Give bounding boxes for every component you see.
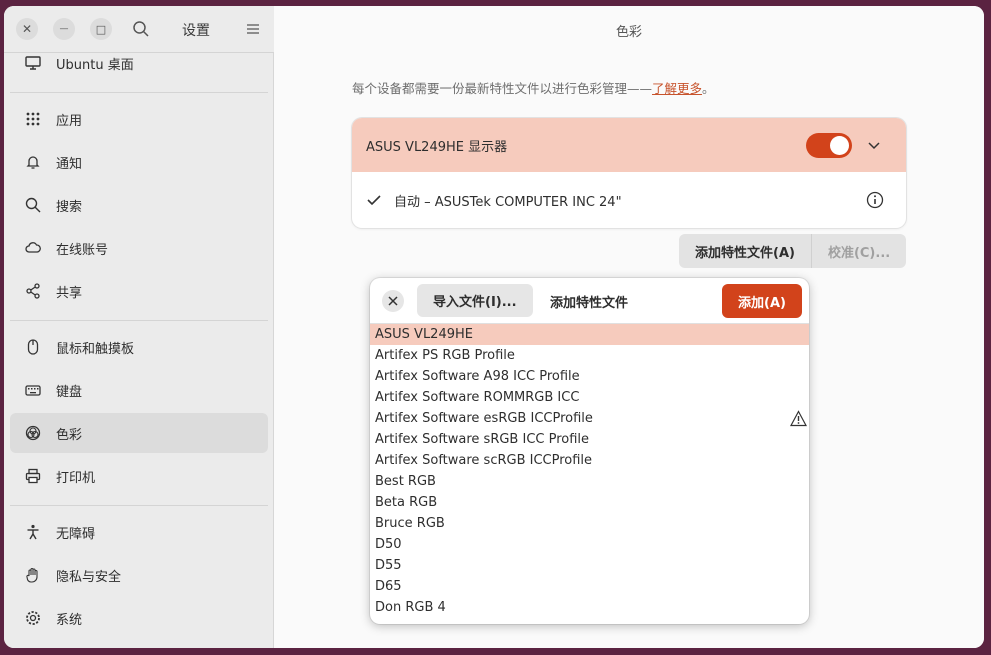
profile-list-item[interactable]: D50 [370, 534, 809, 555]
popover-header: 导入文件(I)... 添加特性文件 添加(A) [370, 278, 809, 324]
add-button[interactable]: 添加(A) [722, 284, 802, 318]
profile-actions: 添加特性文件(A) 校准(C)... [679, 234, 907, 268]
info-icon [866, 191, 884, 209]
keyboard-icon [24, 381, 42, 399]
profile-list-item-label: Artifex Software esRGB ICCProfile [375, 411, 593, 426]
close-icon: ✕ [21, 22, 33, 36]
profile-list-item-label: D50 [375, 537, 402, 552]
profile-list-item[interactable]: Artifex Software ROMMRGB ICC [370, 387, 809, 408]
profile-list-item[interactable]: Don RGB 4 [370, 597, 809, 618]
bell-icon [24, 153, 42, 171]
toggle-knob [830, 136, 849, 155]
profile-list-item[interactable]: Artifex PS RGB Profile [370, 345, 809, 366]
minimize-window-button[interactable]: — [53, 18, 75, 40]
sidebar-divider [10, 505, 268, 506]
sidebar-item-accessibility[interactable]: 无障碍 [10, 512, 268, 552]
close-window-button[interactable]: ✕ [16, 18, 38, 40]
sidebar-title: 设置 [182, 23, 210, 39]
device-header[interactable]: ASUS VL249HE 显示器 [352, 118, 906, 172]
add-profile-button[interactable]: 添加特性文件(A) [679, 234, 812, 268]
import-file-button[interactable]: 导入文件(I)... [417, 284, 533, 317]
profile-list-item[interactable]: Bruce RGB [370, 513, 809, 534]
settings-window: ✕ — □ 设置 Ubuntu 桌面 应用 通知 搜索 在线账号 共享 鼠标和触… [4, 6, 984, 648]
device-enable-toggle[interactable] [806, 133, 852, 158]
maximize-window-button[interactable]: □ [90, 18, 112, 40]
sidebar-item-notifications[interactable]: 通知 [10, 142, 268, 182]
sidebar: ✕ — □ 设置 Ubuntu 桌面 应用 通知 搜索 在线账号 共享 鼠标和触… [4, 6, 274, 648]
sidebar-item-online-accounts[interactable]: 在线账号 [10, 228, 268, 268]
profile-name: 自动 – ASUSTek COMPUTER INC 24" [394, 195, 622, 210]
printer-icon [24, 467, 42, 485]
sidebar-item-sharing[interactable]: 共享 [10, 271, 268, 311]
color-icon [24, 424, 42, 442]
add-profile-popover: 导入文件(I)... 添加特性文件 添加(A) ASUS VL249HE Arti… [370, 278, 809, 624]
close-popover-button[interactable] [382, 290, 404, 312]
profile-list-item[interactable]: D55 [370, 555, 809, 576]
expand-button[interactable] [866, 137, 882, 153]
profile-list-item[interactable]: ASUS VL249HE [370, 324, 809, 345]
profile-list-item[interactable]: D65 [370, 576, 809, 597]
profile-list-item-label: Don RGB 4 [375, 600, 446, 615]
sidebar-item-mouse-touchpad[interactable]: 鼠标和触摸板 [10, 327, 268, 367]
description-text: 每个设备都需要一份最新特性文件以进行色彩管理——了解更多。 [352, 81, 715, 96]
hamburger-menu-icon [247, 24, 259, 34]
profile-list-item[interactable]: Artifex Software scRGB ICCProfile [370, 450, 809, 471]
profile-list-item-label: Bruce RGB [375, 516, 445, 531]
sidebar-item-keyboard[interactable]: 键盘 [10, 370, 268, 410]
hand-icon [24, 566, 42, 584]
profile-list: ASUS VL249HE Artifex PS RGB Profile Artife… [370, 324, 809, 624]
profile-list-item-label: Artifex Software scRGB ICCProfile [375, 453, 593, 468]
profile-list-item[interactable]: Best RGB [370, 471, 809, 492]
profile-list-item-label: Artifex Software A98 ICC Profile [375, 369, 580, 384]
sidebar-divider [10, 320, 268, 321]
profile-list-item[interactable]: Artifex Software esRGB ICCProfile [370, 408, 809, 429]
profile-list-item-label: ASUS VL249HE [375, 327, 473, 342]
gear-icon [24, 609, 42, 627]
sidebar-divider [10, 92, 268, 93]
profile-list-item-label: D65 [375, 579, 402, 594]
mouse-icon [24, 338, 42, 356]
device-card: ASUS VL249HE 显示器 自动 – ASUSTek COMPUTER I… [352, 118, 906, 228]
sidebar-item-system[interactable]: 系统 [10, 598, 268, 638]
profile-row[interactable]: 自动 – ASUSTek COMPUTER INC 24" [352, 172, 906, 228]
chevron-down-icon [868, 142, 880, 150]
popover-title: 添加特性文件 [550, 296, 629, 311]
share-icon [24, 282, 42, 300]
profile-list-item[interactable]: Beta RGB [370, 492, 809, 513]
maximize-icon: □ [95, 22, 107, 36]
sidebar-item-color[interactable]: 色彩 [10, 413, 268, 453]
sidebar-search-button[interactable] [132, 20, 150, 38]
learn-more-link[interactable]: 了解更多 [652, 81, 702, 96]
check-icon [367, 195, 381, 206]
sidebar-item-apps[interactable]: 应用 [10, 99, 268, 139]
profile-list-item-label: Best RGB [375, 474, 436, 489]
profile-list-item[interactable]: Artifex Software A98 ICC Profile [370, 366, 809, 387]
calibrate-button[interactable]: 校准(C)... [811, 234, 907, 268]
device-name: ASUS VL249HE 显示器 [366, 139, 508, 155]
search-icon [24, 196, 42, 214]
accessibility-icon [24, 523, 42, 541]
sidebar-header: ✕ — □ 设置 [4, 6, 274, 53]
apps-grid-icon [24, 110, 42, 128]
profile-list-item-label: Artifex Software sRGB ICC Profile [375, 432, 590, 447]
cloud-icon [24, 239, 42, 257]
page-title: 色彩 [615, 25, 642, 40]
main-menu-button[interactable] [244, 20, 262, 38]
sidebar-item-printers[interactable]: 打印机 [10, 456, 268, 496]
sidebar-item-search[interactable]: 搜索 [10, 185, 268, 225]
minimize-icon: — [59, 24, 69, 34]
desktop-icon [24, 54, 42, 72]
profile-list-item[interactable]: Artifex Software sRGB ICC Profile [370, 429, 809, 450]
profile-list-item-label: Artifex PS RGB Profile [375, 348, 515, 363]
profile-info-button[interactable] [866, 191, 884, 209]
close-icon [388, 296, 398, 306]
profile-list-item-label: Beta RGB [375, 495, 438, 510]
sidebar-item-privacy-security[interactable]: 隐私与安全 [10, 555, 268, 595]
profile-list-item-label: D55 [375, 558, 402, 573]
profile-list-item-label: Artifex Software ROMMRGB ICC [375, 390, 580, 405]
warning-icon [790, 410, 807, 427]
search-icon [133, 21, 149, 37]
